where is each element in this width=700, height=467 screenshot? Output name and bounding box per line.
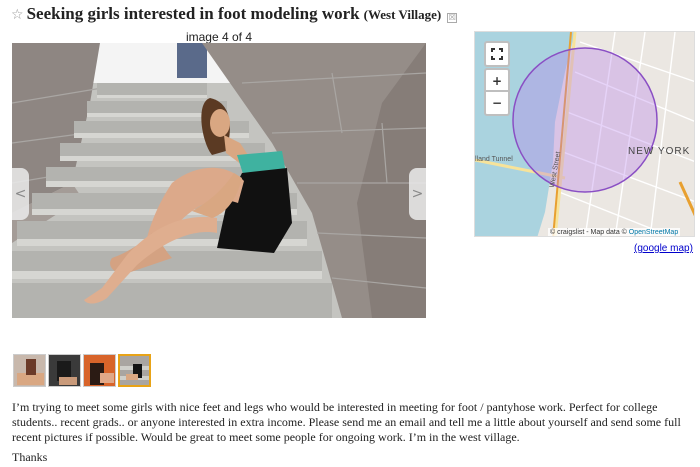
thumbnail-3[interactable] bbox=[83, 354, 116, 387]
map-attribution: © craigslist - Map data © OpenStreetMap bbox=[548, 228, 681, 236]
openstreetmap-link[interactable]: OpenStreetMap bbox=[629, 229, 678, 236]
gallery-prev-button[interactable]: < bbox=[12, 168, 29, 220]
image-counter: image 4 of 4 bbox=[185, 30, 253, 44]
thumbnail-4-selected[interactable] bbox=[118, 354, 151, 387]
map-tunnel-label: lland Tunnel bbox=[475, 156, 513, 163]
thumbnail-2[interactable] bbox=[48, 354, 81, 387]
favorite-star-icon[interactable]: ☆ bbox=[11, 7, 24, 23]
thumbnail-1[interactable] bbox=[13, 354, 46, 387]
zoom-out-button[interactable]: − bbox=[484, 90, 510, 116]
gallery-next-button[interactable]: > bbox=[409, 168, 426, 220]
map-city-label: NEW YORK bbox=[628, 146, 691, 157]
posting-title: Seeking girls interested in foot modelin… bbox=[26, 4, 360, 23]
map-attribution-text: © craigslist - Map data © bbox=[550, 229, 629, 236]
location-map[interactable]: + − NEW YORK lland Tunnel West Street © … bbox=[474, 31, 695, 237]
fullscreen-icon[interactable] bbox=[484, 41, 510, 67]
thumbnail-strip bbox=[13, 354, 151, 387]
google-map-link[interactable]: (google map) bbox=[634, 243, 693, 254]
hide-posting-icon[interactable]: ☒ bbox=[447, 13, 458, 23]
image-gallery[interactable]: < > bbox=[12, 43, 426, 318]
posting-closing: Thanks bbox=[12, 450, 48, 464]
main-photo bbox=[12, 43, 426, 318]
posting-body: I’m trying to meet some girls with nice … bbox=[12, 400, 681, 444]
posting-title-row: ☆ Seeking girls interested in foot model… bbox=[11, 4, 458, 24]
posting-location: (West Village) bbox=[363, 7, 442, 22]
